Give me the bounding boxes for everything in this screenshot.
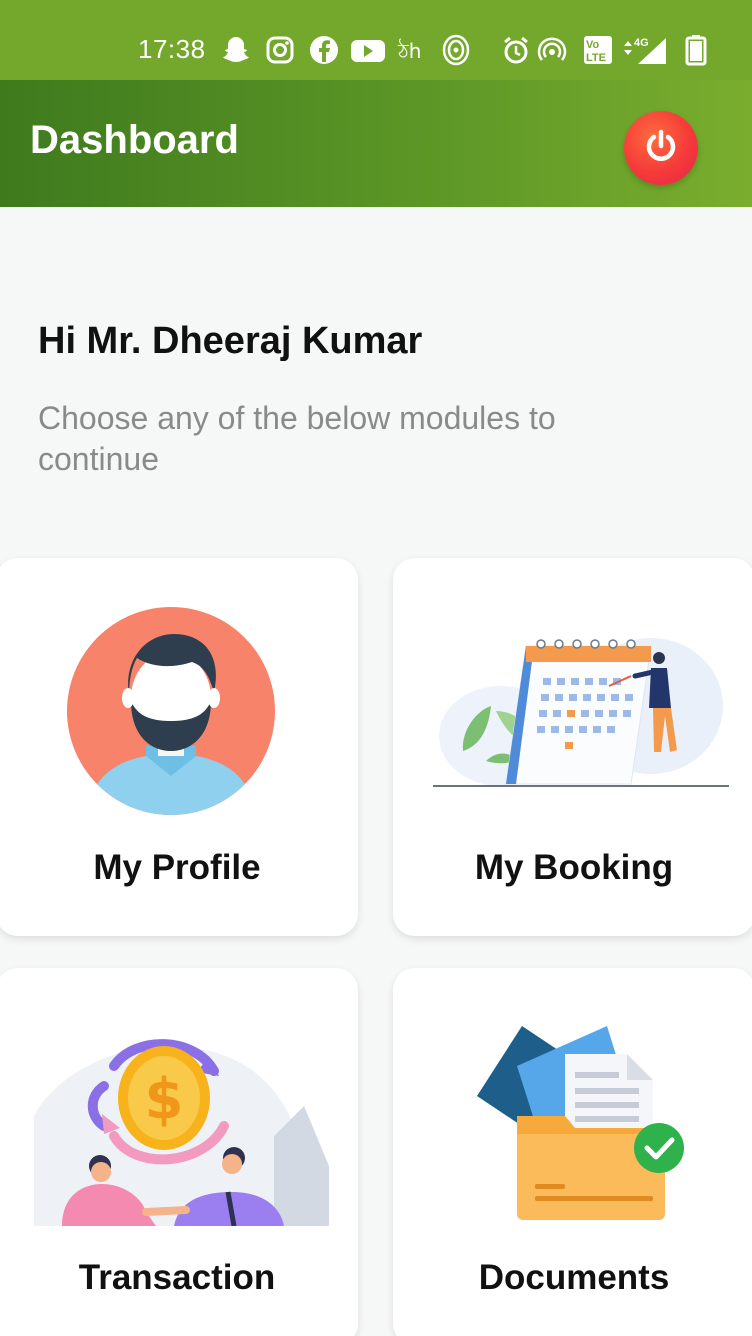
svg-text:LTE: LTE — [586, 52, 606, 64]
snapchat-icon — [220, 34, 252, 66]
svg-text:$: $ — [145, 1067, 184, 1132]
youtube-icon — [350, 34, 386, 66]
svg-text:ঠh: ঠh — [397, 39, 421, 63]
calendar-booking-illustration — [431, 636, 731, 801]
page-title: Dashboard — [30, 118, 239, 162]
greeting-title: Hi Mr. Dheeraj Kumar — [38, 320, 423, 362]
logout-button[interactable] — [624, 111, 698, 185]
module-label: Documents — [478, 1258, 670, 1297]
documents-folder-illustration — [477, 1026, 697, 1226]
module-card-profile[interactable]: My Profile — [0, 558, 358, 936]
module-label: Transaction — [78, 1258, 276, 1297]
status-time: 17:38 — [138, 34, 206, 64]
battery-icon — [684, 34, 708, 66]
volte-icon: Vo LTE — [582, 34, 614, 66]
module-card-transaction[interactable]: $ Transaction — [0, 968, 358, 1336]
profile-avatar-illustration — [66, 606, 276, 821]
greeting-subtitle: Choose any of the below modules to conti… — [38, 400, 556, 477]
svg-text:4G: 4G — [634, 37, 649, 49]
module-label: My Profile — [93, 848, 261, 887]
svg-text:Vo: Vo — [586, 39, 600, 51]
status-bar: 17:38 ঠh Vo LTE 4G — [0, 0, 752, 80]
module-label: My Booking — [474, 848, 674, 887]
signal-icon: 4G — [622, 34, 668, 66]
module-card-documents[interactable]: Documents — [393, 968, 752, 1336]
facebook-icon — [308, 34, 340, 66]
broadcast-icon — [536, 34, 568, 66]
instagram-icon — [264, 34, 296, 66]
power-icon — [641, 126, 681, 171]
app-bar: Dashboard — [0, 80, 752, 207]
app-icon: ঠh — [396, 34, 428, 66]
coin-exchange-illustration: $ — [34, 1026, 334, 1231]
wifi-hotspot-icon — [440, 34, 472, 66]
module-card-booking[interactable]: My Booking — [393, 558, 752, 936]
alarm-icon — [500, 34, 532, 66]
